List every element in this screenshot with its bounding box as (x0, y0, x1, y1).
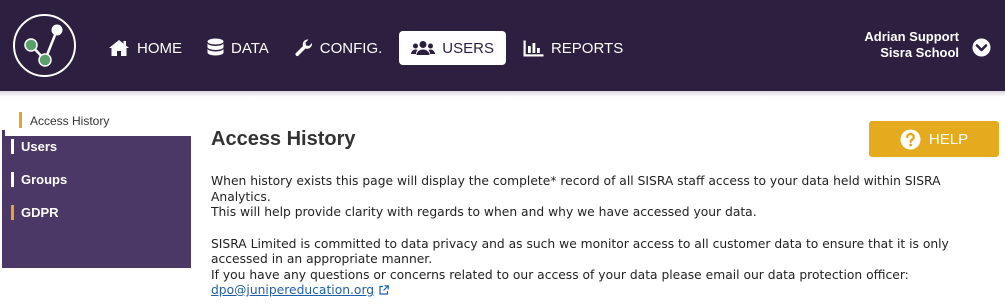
chevron-down-circle-icon[interactable] (972, 38, 991, 57)
sisra-logo[interactable] (13, 14, 76, 77)
sidebar-subitem-marker (19, 112, 22, 128)
page-content: When history exists this page will displ… (211, 174, 986, 299)
sidebar-item-marker (11, 205, 14, 220)
nav-config[interactable]: CONFIG. (286, 31, 391, 65)
sidebar-item-label: Users (21, 139, 58, 154)
sidebar-item-gdpr[interactable]: GDPR (2, 196, 191, 229)
nav-config-label: CONFIG. (319, 39, 383, 57)
privacy-text-line-1: SISRA Limited is committed to data priva… (211, 236, 949, 267)
help-button-label: HELP (928, 130, 969, 148)
sidebar-item-marker (11, 139, 14, 154)
logo-graph-icon (24, 24, 63, 67)
page-title: Access History (211, 128, 356, 150)
sidebar-subitem-label: Access History (30, 113, 110, 128)
nav-home-label: HOME (137, 39, 182, 57)
sidebar-item-label: Groups (21, 172, 68, 187)
wrench-icon (295, 38, 312, 56)
question-circle-icon (900, 129, 921, 149)
header-shadow (0, 91, 1005, 97)
sidebar-item-label: GDPR (21, 205, 59, 220)
nav-users-label: USERS (442, 39, 494, 57)
home-icon (109, 40, 129, 56)
sidebar-item-marker (11, 172, 14, 187)
bar-chart-icon (523, 40, 544, 56)
intro-text-line-1: When history exists this page will displ… (211, 174, 941, 204)
users-icon (411, 41, 436, 55)
dpo-email-link[interactable]: dpo@junipereducation.org (211, 283, 374, 297)
school-name: Sisra School (880, 45, 959, 60)
privacy-text-line-2: If you have any questions or concerns re… (211, 267, 909, 282)
sidebar-item-groups[interactable]: Groups (2, 163, 191, 196)
top-navigation-bar: HOME DATA CONFIG. USERS REPORTS Adrian S… (0, 0, 1005, 91)
nav-users[interactable]: USERS (399, 31, 506, 65)
external-link-icon[interactable] (379, 285, 389, 295)
nav-reports[interactable]: REPORTS (515, 31, 631, 65)
intro-text-line-2: This will help provide clarity with rega… (211, 205, 757, 219)
nav-data-label: DATA (231, 39, 269, 57)
sidebar-subitem-access-history[interactable]: Access History (5, 105, 191, 136)
nav-data[interactable]: DATA (199, 31, 277, 65)
sidebar: Users Groups GDPR (2, 130, 191, 268)
nav-reports-label: REPORTS (550, 39, 624, 57)
user-info[interactable]: Adrian Support Sisra School (864, 29, 959, 61)
main-nav: HOME DATA CONFIG. USERS REPORTS (100, 31, 640, 65)
help-button[interactable]: HELP (869, 121, 999, 157)
database-icon (207, 38, 224, 56)
user-name: Adrian Support (864, 29, 959, 44)
nav-home[interactable]: HOME (100, 31, 190, 65)
